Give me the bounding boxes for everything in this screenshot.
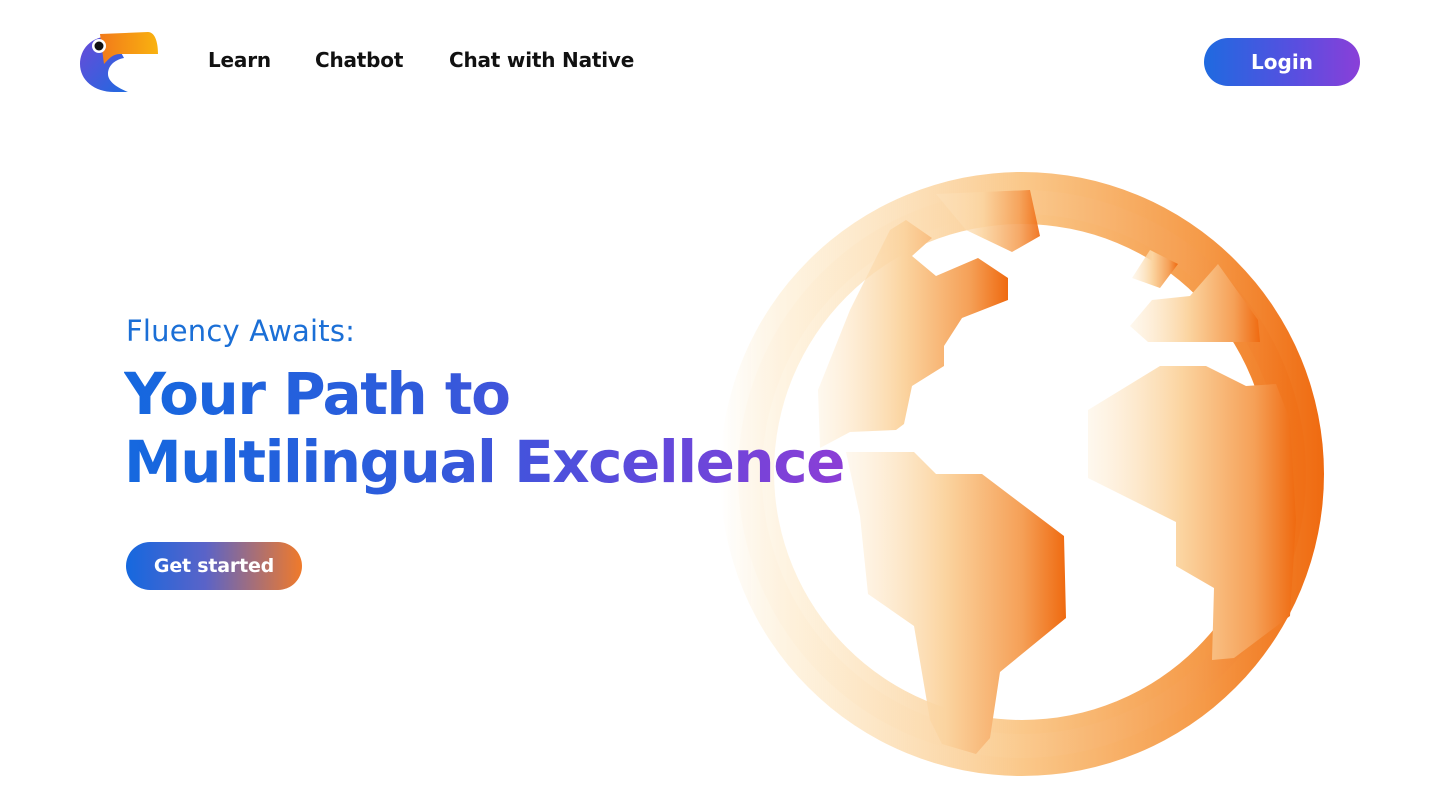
nav-item-learn[interactable]: Learn bbox=[208, 48, 271, 72]
hero-title-line-2: Multilingual Excellence bbox=[124, 428, 844, 496]
login-button[interactable]: Login bbox=[1204, 38, 1360, 86]
hero-title: Your Path to Multilingual Excellence bbox=[124, 360, 844, 496]
nav-item-chatbot[interactable]: Chatbot bbox=[315, 48, 403, 72]
get-started-button[interactable]: Get started bbox=[126, 542, 302, 590]
hero-eyebrow: Fluency Awaits: bbox=[126, 314, 356, 348]
nav-item-chat-with-native[interactable]: Chat with Native bbox=[449, 48, 634, 72]
hero-title-line-1: Your Path to bbox=[124, 360, 510, 428]
landing-page: Learn Chatbot Chat with Native Login Flu… bbox=[0, 0, 1440, 810]
toucan-logo-icon[interactable] bbox=[80, 30, 160, 94]
